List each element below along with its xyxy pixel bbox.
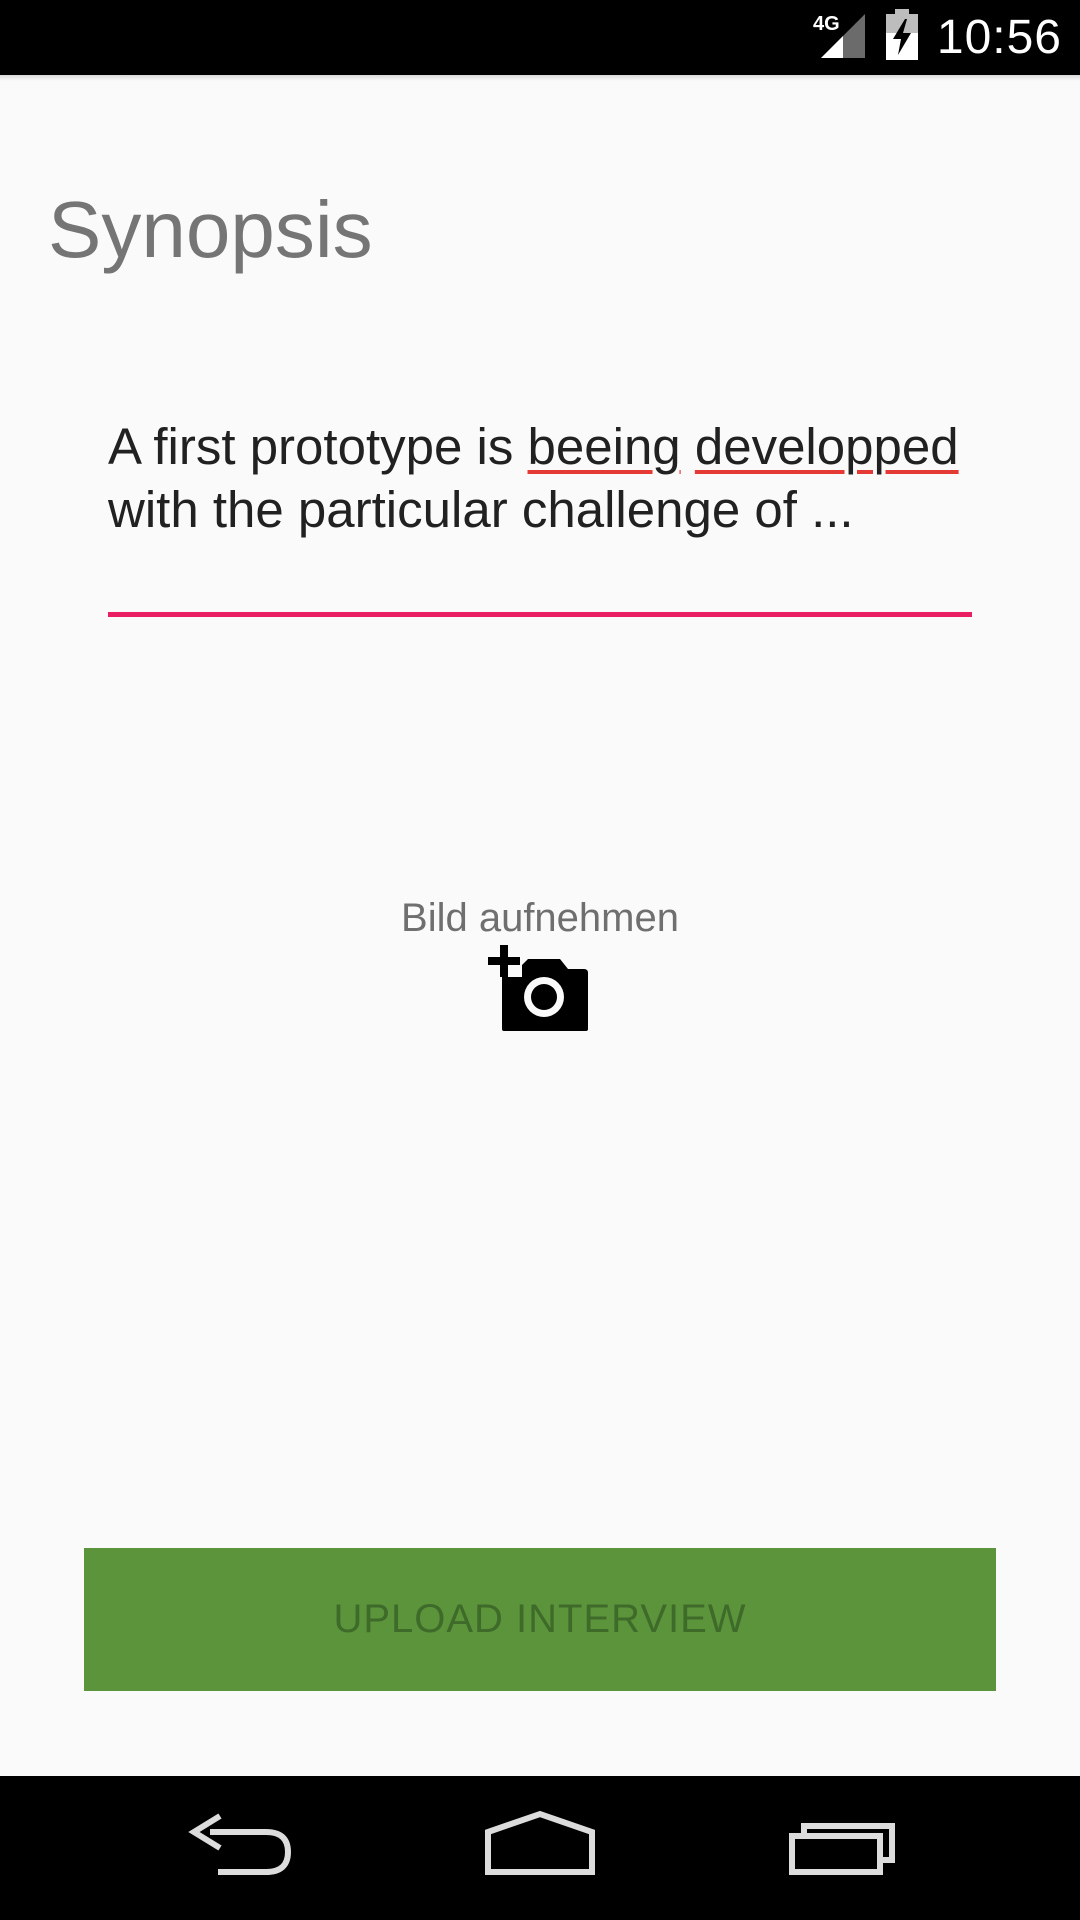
- synopsis-text-space: [681, 418, 695, 475]
- add-photo-icon: [488, 945, 588, 1031]
- upload-interview-button[interactable]: UPLOAD INTERVIEW: [84, 1548, 996, 1691]
- recents-icon: [789, 1823, 895, 1875]
- page-title: Synopsis: [48, 185, 373, 274]
- back-button[interactable]: [180, 1802, 300, 1892]
- clock: 10:56: [936, 11, 1062, 64]
- take-picture-label: Bild aufnehmen: [401, 896, 679, 940]
- navigation-bar: [0, 1776, 1080, 1920]
- battery-charging-icon: [885, 9, 919, 66]
- home-button[interactable]: [480, 1802, 600, 1892]
- status-icons: 4G 10:56: [813, 0, 1062, 75]
- home-icon: [485, 1810, 595, 1875]
- misspelled-word[interactable]: developped: [695, 418, 959, 475]
- back-icon: [188, 1813, 292, 1875]
- status-bar-shadow: [0, 75, 1080, 81]
- synopsis-text[interactable]: A first prototype is beeing developped w…: [108, 410, 972, 541]
- recents-button[interactable]: [780, 1802, 900, 1892]
- misspelled-word[interactable]: beeing: [528, 418, 681, 475]
- synopsis-text-start: A first prototype is: [108, 418, 528, 475]
- synopsis-text-end: with the particular challenge of ...: [108, 481, 854, 538]
- input-underline: [108, 612, 972, 617]
- synopsis-input[interactable]: A first prototype is beeing developped w…: [108, 410, 972, 620]
- status-bar: 4G 10:56: [0, 0, 1080, 75]
- svg-text:4G: 4G: [813, 13, 840, 35]
- add-photo-button[interactable]: [488, 943, 592, 1033]
- screen: 4G 10:56 Synopsis A first prototype is b…: [0, 0, 1080, 1920]
- signal-icon: 4G: [813, 10, 867, 65]
